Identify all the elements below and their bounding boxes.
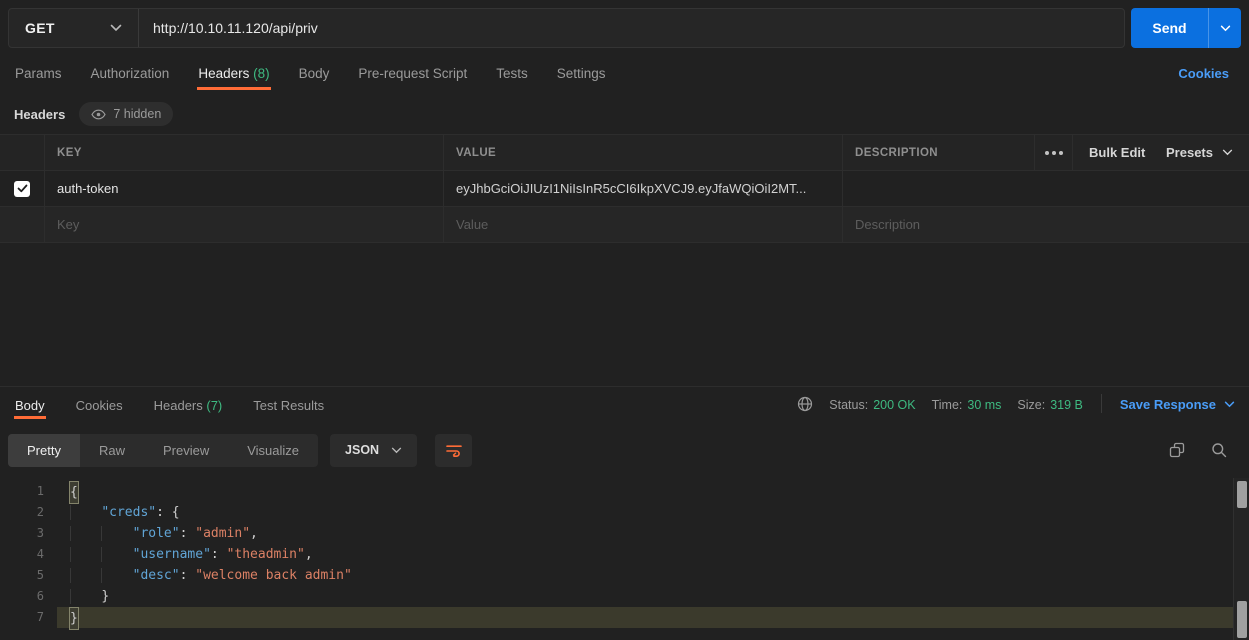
response-body-code[interactable]: 1{2 "creds": {3 "role": "admin",4 "usern… [0, 478, 1233, 640]
code-line: 7} [0, 607, 1233, 628]
time-value: 30 ms [967, 398, 1001, 412]
response-meta: Status:200 OK Time:30 ms Size:319 B Save… [797, 387, 1235, 413]
tab-body[interactable]: Body [298, 62, 331, 90]
divider [1101, 394, 1102, 413]
search-icon[interactable] [1211, 442, 1227, 458]
headers-section-title: Headers [14, 107, 65, 122]
new-key-cell[interactable]: Key [45, 207, 444, 242]
table-row-empty: Key Value Description [0, 207, 1249, 243]
chevron-down-icon [391, 447, 402, 454]
line-number: 6 [0, 586, 57, 607]
hidden-headers-toggle[interactable]: 7 hidden [79, 102, 173, 126]
line-number: 7 [0, 607, 57, 628]
code-line: 2 "creds": { [0, 502, 1233, 523]
tab-tests[interactable]: Tests [495, 62, 529, 90]
empty-checkbox-cell [0, 207, 45, 242]
response-section: Body Cookies Headers (7) Test Results St… [0, 386, 1249, 425]
code-line: 3 "role": "admin", [0, 523, 1233, 544]
copy-icon[interactable] [1169, 442, 1185, 458]
chevron-down-icon [1220, 25, 1231, 32]
row-checkbox-checked[interactable] [14, 181, 30, 197]
send-button[interactable]: Send [1131, 8, 1209, 48]
wrap-text-icon [446, 444, 462, 457]
code-line: 5 "desc": "welcome back admin" [0, 565, 1233, 586]
line-number: 3 [0, 523, 57, 544]
code-line: 1{ [0, 481, 1233, 502]
header-value-cell[interactable]: eyJhbGciOiJIUzI1NiIsInR5cCI6IkpXVCJ9.eyJ… [444, 171, 843, 206]
headers-count-badge: (8) [253, 66, 270, 81]
response-tab-headers[interactable]: Headers (7) [153, 387, 224, 419]
format-label: JSON [345, 443, 379, 457]
column-value: VALUE [456, 147, 496, 159]
header-checkbox-cell [0, 135, 45, 170]
headers-subheader: Headers 7 hidden [14, 101, 173, 127]
hidden-headers-label: 7 hidden [113, 107, 161, 121]
tab-pre-request-script[interactable]: Pre-request Script [357, 62, 468, 90]
presets-dropdown[interactable]: Presets [1166, 145, 1233, 160]
cookies-link[interactable]: Cookies [1178, 62, 1229, 81]
column-description: DESCRIPTION [855, 147, 938, 159]
method-label: GET [25, 20, 55, 36]
url-field-wrap [139, 9, 1124, 47]
url-input[interactable] [153, 20, 1110, 36]
header-key-cell[interactable]: auth-token [45, 171, 444, 206]
scrollbar-thumb[interactable] [1237, 601, 1247, 638]
table-header-row: KEY VALUE DESCRIPTION Bulk Edit Presets [0, 134, 1249, 171]
send-split-button: Send [1131, 8, 1241, 48]
view-tab-pretty[interactable]: Pretty [8, 434, 80, 467]
tab-settings[interactable]: Settings [556, 62, 607, 90]
status-value: 200 OK [873, 398, 915, 412]
view-tab-visualize[interactable]: Visualize [228, 434, 318, 467]
chevron-down-icon [1222, 149, 1233, 156]
table-row: auth-token eyJhbGciOiJIUzI1NiIsInR5cCI6I… [0, 171, 1249, 207]
code-line: 4 "username": "theadmin", [0, 544, 1233, 565]
url-group: GET [8, 8, 1125, 48]
size-value: 319 B [1050, 398, 1083, 412]
line-number: 1 [0, 481, 57, 502]
size-indicator: Size:319 B [1017, 398, 1082, 412]
more-actions-button[interactable] [1035, 135, 1073, 170]
chevron-down-icon [1224, 401, 1235, 408]
save-response-button[interactable]: Save Response [1120, 397, 1235, 412]
response-tab-cookies[interactable]: Cookies [75, 387, 124, 419]
response-tabs-row: Body Cookies Headers (7) Test Results St… [0, 387, 1249, 425]
code-line: 6 } [0, 586, 1233, 607]
scrollbar-thumb[interactable] [1237, 481, 1247, 508]
line-number: 5 [0, 565, 57, 586]
wrap-text-button[interactable] [435, 434, 472, 467]
new-value-cell[interactable]: Value [444, 207, 843, 242]
request-tabs: Params Authorization Headers (8) Body Pr… [14, 62, 1229, 90]
view-tab-preview[interactable]: Preview [144, 434, 228, 467]
tab-headers[interactable]: Headers (8) [197, 62, 270, 90]
presets-label: Presets [1166, 145, 1213, 160]
eye-icon [91, 109, 106, 120]
header-description-cell[interactable] [843, 171, 1249, 206]
tab-params[interactable]: Params [14, 62, 63, 90]
chevron-down-icon [110, 24, 122, 32]
more-actions-icon [1045, 151, 1063, 155]
column-key: KEY [57, 147, 82, 159]
checkbox-check-icon [17, 184, 28, 193]
status-indicator: Status:200 OK [829, 398, 915, 412]
globe-icon[interactable] [797, 396, 813, 412]
method-dropdown[interactable]: GET [9, 9, 139, 47]
send-options-button[interactable] [1209, 8, 1241, 48]
response-tab-test-results[interactable]: Test Results [252, 387, 325, 419]
view-tab-raw[interactable]: Raw [80, 434, 144, 467]
response-headers-count-badge: (7) [206, 398, 222, 413]
view-mode-segmented-control: Pretty Raw Preview Visualize [8, 434, 318, 467]
format-dropdown[interactable]: JSON [330, 434, 417, 467]
line-number: 2 [0, 502, 57, 523]
time-indicator: Time:30 ms [932, 398, 1002, 412]
response-tab-body[interactable]: Body [14, 387, 46, 419]
headers-table: KEY VALUE DESCRIPTION Bulk Edit Presets … [0, 134, 1249, 243]
bulk-edit-button[interactable]: Bulk Edit [1089, 145, 1145, 160]
tab-authorization[interactable]: Authorization [90, 62, 171, 90]
request-bar: GET Send [8, 8, 1241, 48]
line-number: 4 [0, 544, 57, 565]
scrollbar-track [1233, 478, 1249, 640]
response-actions [1169, 442, 1241, 458]
new-description-cell[interactable]: Description [843, 207, 1249, 242]
response-toolbar: Pretty Raw Preview Visualize JSON [8, 432, 1241, 468]
